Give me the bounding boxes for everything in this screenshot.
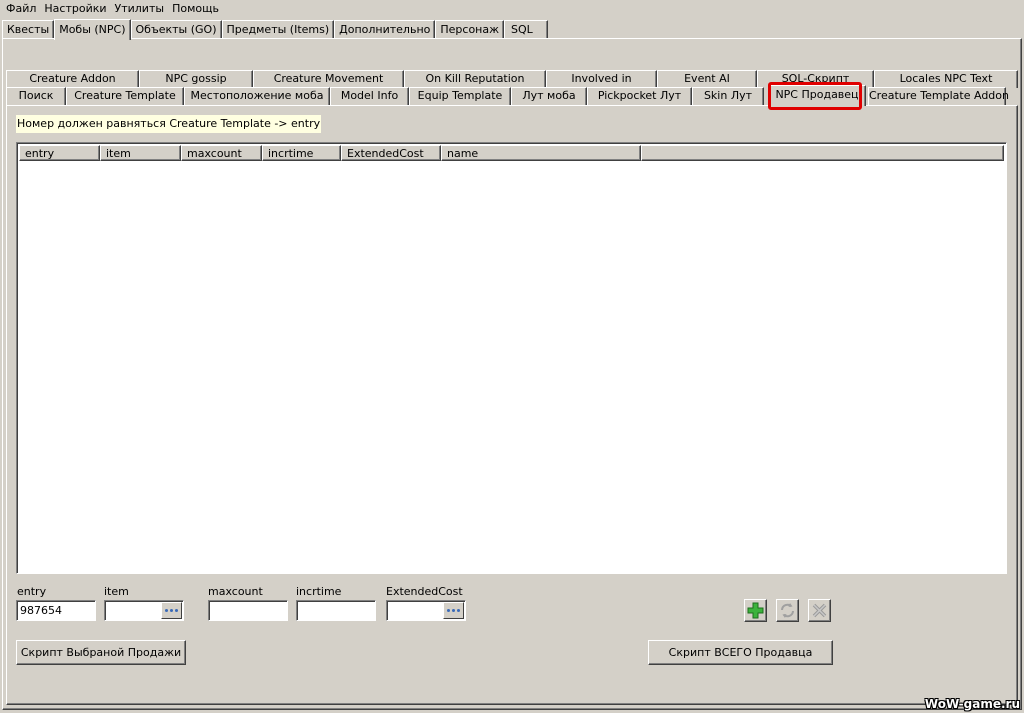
menu-help[interactable]: Помощь <box>168 1 223 17</box>
tab-additional[interactable]: Дополнительно <box>334 20 436 39</box>
tab-equip-template[interactable]: Equip Template <box>409 87 511 105</box>
extendedcost-input[interactable] <box>390 604 445 617</box>
tab-npc[interactable]: Мобы (NPC) <box>54 19 131 40</box>
tab-creature-template-addon[interactable]: Creature Template Addon <box>868 87 1009 105</box>
maxcount-input[interactable] <box>212 604 285 617</box>
script-selected-sale-button[interactable]: Скрипт Выбраной Продажи <box>16 640 186 665</box>
item-input[interactable] <box>108 604 163 617</box>
add-button[interactable] <box>744 599 767 622</box>
tab-mob-loot[interactable]: Лут моба <box>511 87 587 105</box>
tab-quests[interactable]: Квесты <box>2 20 55 39</box>
col-name[interactable]: name <box>441 145 641 161</box>
menu-file[interactable]: Файл <box>2 1 40 17</box>
tab-mob-location[interactable]: Местоположение моба <box>184 87 330 105</box>
menu-settings[interactable]: Настройки <box>40 1 110 17</box>
tab-npc-gossip[interactable]: NPC gossip <box>139 70 253 88</box>
tab-involved-in[interactable]: Involved in <box>546 70 657 88</box>
script-all-vendor-button[interactable]: Скрипт ВСЕГО Продавца <box>648 640 833 665</box>
col-item[interactable]: item <box>100 145 181 161</box>
col-maxcount[interactable]: maxcount <box>181 145 262 161</box>
tab-npc-vendor[interactable]: NPC Продавец <box>768 85 866 106</box>
incrtime-field <box>296 600 376 621</box>
tab-event-ai[interactable]: Event AI <box>657 70 757 88</box>
vendor-items-grid[interactable]: entry item maxcount incrtime ExtendedCos… <box>16 142 1007 574</box>
refresh-button[interactable] <box>776 599 799 622</box>
tab-sql[interactable]: SQL <box>504 20 548 39</box>
incrtime-input[interactable] <box>300 604 373 617</box>
entry-hint: Номер должен равняться Creature Template… <box>16 115 322 133</box>
maxcount-label: maxcount <box>208 585 263 598</box>
tab-on-kill-reputation[interactable]: On Kill Reputation <box>404 70 546 88</box>
entry-input[interactable] <box>20 604 93 617</box>
tab-skin-loot[interactable]: Skin Лут <box>692 87 764 105</box>
main-tab-bar: Квесты Мобы (NPC) Объекты (GO) Предметы … <box>2 18 548 40</box>
col-filler <box>641 145 1004 161</box>
tab-model-info[interactable]: Model Info <box>330 87 409 105</box>
extendedcost-field <box>386 600 466 621</box>
tab-creature-movement[interactable]: Creature Movement <box>253 70 404 88</box>
tab-pickpocket-loot[interactable]: Pickpocket Лут <box>587 87 692 105</box>
item-label: item <box>104 585 129 598</box>
entry-label: entry <box>17 585 47 598</box>
tab-search[interactable]: Поиск <box>6 87 66 105</box>
incrtime-label: incrtime <box>296 585 342 598</box>
tab-character[interactable]: Персонаж <box>435 20 505 39</box>
plus-icon <box>747 602 764 619</box>
watermark: WoW-game.ru <box>924 697 1020 711</box>
extendedcost-browse-button[interactable] <box>443 602 464 619</box>
grid-header: entry item maxcount incrtime ExtendedCos… <box>19 145 1004 161</box>
delete-icon <box>812 603 827 618</box>
extendedcost-label: ExtendedCost <box>386 585 463 598</box>
tab-objects[interactable]: Объекты (GO) <box>130 20 222 39</box>
item-browse-button[interactable] <box>161 602 182 619</box>
tab-creature-template[interactable]: Creature Template <box>66 87 184 105</box>
tab-locales-npc-text[interactable]: Locales NPC Text <box>874 70 1018 88</box>
col-extendedcost[interactable]: ExtendedCost <box>341 145 441 161</box>
maxcount-field <box>208 600 288 621</box>
col-entry[interactable]: entry <box>19 145 100 161</box>
tab-items[interactable]: Предметы (Items) <box>221 20 335 39</box>
entry-field <box>16 600 96 621</box>
refresh-icon <box>781 603 794 618</box>
menu-bar: Файл Настройки Утилиты Помощь <box>0 0 1024 17</box>
tab-creature-addon[interactable]: Creature Addon <box>6 70 139 88</box>
col-incrtime[interactable]: incrtime <box>262 145 341 161</box>
item-field <box>104 600 184 621</box>
menu-utilities[interactable]: Утилиты <box>111 1 169 17</box>
delete-button[interactable] <box>808 599 831 622</box>
